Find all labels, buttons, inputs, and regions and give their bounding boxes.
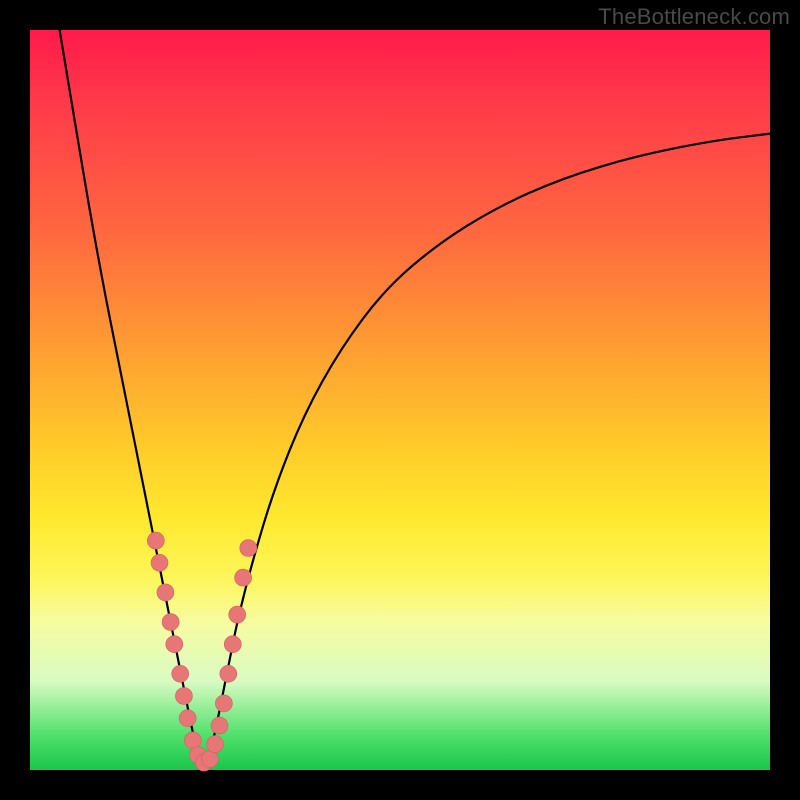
- data-marker: [235, 569, 252, 586]
- data-marker: [201, 750, 218, 767]
- data-marker: [207, 736, 224, 753]
- plot-area: [30, 30, 770, 770]
- watermark-text: TheBottleneck.com: [598, 4, 790, 30]
- data-marker: [172, 665, 189, 682]
- data-marker: [229, 606, 246, 623]
- data-marker: [151, 554, 168, 571]
- marker-group: [147, 532, 256, 771]
- data-marker: [157, 584, 174, 601]
- curve-right-branch: [208, 134, 770, 763]
- data-marker: [240, 540, 257, 557]
- data-marker: [224, 636, 241, 653]
- data-marker: [162, 614, 179, 631]
- chart-svg: [30, 30, 770, 770]
- data-marker: [184, 732, 201, 749]
- data-marker: [179, 710, 196, 727]
- data-marker: [175, 688, 192, 705]
- data-marker: [211, 717, 228, 734]
- chart-frame: TheBottleneck.com: [0, 0, 800, 800]
- data-marker: [166, 636, 183, 653]
- data-marker: [215, 695, 232, 712]
- curve-left-branch: [60, 30, 201, 763]
- data-marker: [147, 532, 164, 549]
- data-marker: [220, 665, 237, 682]
